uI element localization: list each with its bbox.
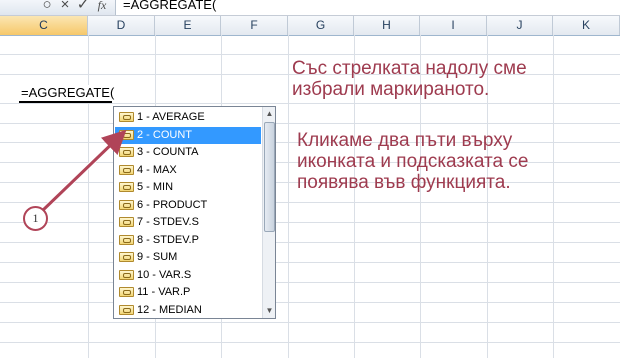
annotation-line: Кликаме два пъти върху bbox=[297, 130, 513, 151]
annotation-line: избрали маркираното. bbox=[292, 79, 490, 100]
annotation-line: иконката и подсказката се bbox=[297, 151, 529, 172]
annotation-note-1: Със стрелката надолу сме избрали маркира… bbox=[292, 58, 527, 100]
annotation-note-2: Кликаме два пъти върху иконката и подска… bbox=[297, 130, 528, 193]
step-number-badge: 1 bbox=[23, 206, 48, 231]
annotation-line: появява във функцията. bbox=[297, 172, 511, 193]
annotation-line: Със стрелката надолу сме bbox=[292, 58, 527, 79]
